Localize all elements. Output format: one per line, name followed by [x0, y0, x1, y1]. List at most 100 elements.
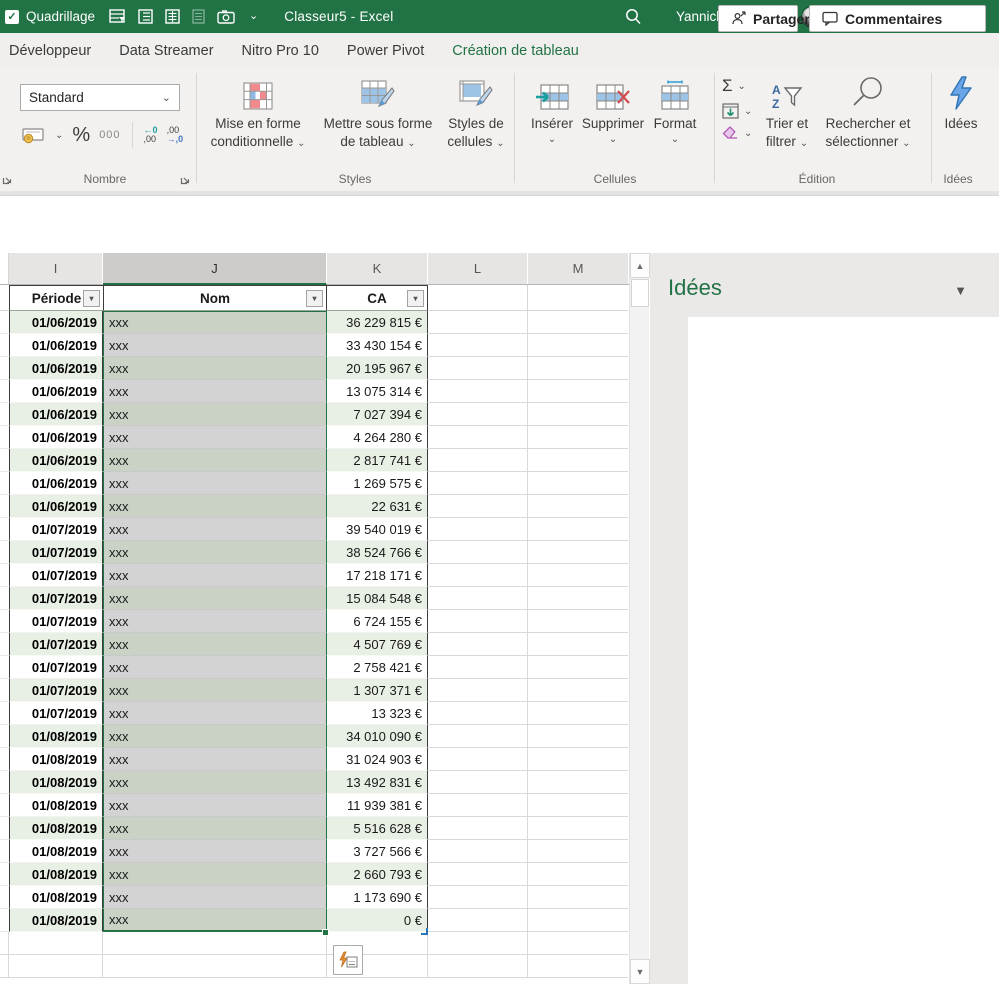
cell[interactable] — [0, 955, 9, 978]
name-cell-selected[interactable]: xxx — [103, 518, 327, 541]
scroll-down-icon[interactable]: ▼ — [630, 959, 650, 984]
percent-style-button[interactable]: % — [72, 124, 90, 147]
cell[interactable] — [9, 955, 103, 978]
tab-power-pivot[interactable]: Power Pivot — [347, 43, 424, 59]
cell-l[interactable] — [428, 587, 528, 610]
increase-decimal-button[interactable]: ←0,00 — [144, 125, 158, 145]
cell-edge[interactable] — [0, 679, 9, 702]
cell-edge[interactable] — [0, 541, 9, 564]
ca-cell[interactable]: 31 024 903 € — [327, 748, 428, 771]
format-as-table-button[interactable]: Mettre sous forme de tableau ⌄ — [318, 74, 438, 150]
cell-l[interactable] — [428, 472, 528, 495]
header-ca[interactable]: CA ▾ — [327, 285, 428, 311]
cell-m[interactable] — [528, 817, 628, 840]
vertical-scrollbar[interactable]: ▲ ▼ — [629, 253, 650, 984]
name-cell-selected[interactable]: xxx — [103, 587, 327, 610]
qat-customize-chevron-icon[interactable]: ⌄ — [249, 11, 258, 22]
fill-button[interactable]: ⌄ — [722, 103, 752, 119]
cell-m[interactable] — [528, 656, 628, 679]
cell-m[interactable] — [528, 495, 628, 518]
name-cell-selected[interactable]: xxx — [103, 863, 327, 886]
name-cell-selected[interactable]: xxx — [103, 403, 327, 426]
ca-cell[interactable]: 4 507 769 € — [327, 633, 428, 656]
name-cell-selected[interactable]: xxx — [103, 817, 327, 840]
name-cell-selected[interactable]: xxx — [103, 771, 327, 794]
period-cell[interactable]: 01/07/2019 — [9, 541, 103, 564]
cell[interactable] — [528, 932, 628, 955]
period-cell[interactable]: 01/07/2019 — [9, 656, 103, 679]
cell-m[interactable] — [528, 771, 628, 794]
ca-cell[interactable]: 22 631 € — [327, 495, 428, 518]
cell-l[interactable] — [428, 840, 528, 863]
cell-m[interactable] — [528, 357, 628, 380]
cell-l[interactable] — [428, 794, 528, 817]
cell-edge[interactable] — [0, 886, 9, 909]
cell-m[interactable] — [528, 564, 628, 587]
period-cell[interactable]: 01/07/2019 — [9, 679, 103, 702]
cell-m[interactable] — [528, 311, 628, 334]
share-button[interactable]: Partager — [718, 5, 810, 32]
cell-l[interactable] — [428, 357, 528, 380]
autosum-button[interactable]: Σ ⌄ — [722, 76, 752, 96]
ca-cell[interactable]: 15 084 548 € — [327, 587, 428, 610]
period-cell[interactable]: 01/06/2019 — [9, 472, 103, 495]
cell-l[interactable] — [428, 403, 528, 426]
name-cell-selected[interactable]: xxx — [103, 334, 327, 357]
name-cell-selected[interactable]: xxx — [103, 357, 327, 380]
cell-l[interactable] — [428, 633, 528, 656]
clear-button[interactable]: ⌄ — [722, 126, 752, 140]
cell-m[interactable] — [528, 725, 628, 748]
cell-m[interactable] — [528, 748, 628, 771]
name-cell-selected[interactable]: xxx — [103, 311, 327, 334]
cell-l[interactable] — [428, 886, 528, 909]
cell-edge[interactable] — [0, 380, 9, 403]
cell[interactable] — [103, 932, 327, 955]
table-grid-icon-2[interactable] — [165, 9, 180, 24]
cell-edge[interactable] — [0, 564, 9, 587]
period-cell[interactable]: 01/06/2019 — [9, 357, 103, 380]
cell-edge[interactable] — [0, 633, 9, 656]
cell-l[interactable] — [428, 311, 528, 334]
cell[interactable] — [528, 955, 628, 978]
cell-edge[interactable] — [0, 909, 9, 932]
name-cell-selected[interactable]: xxx — [103, 909, 327, 932]
column-header-k[interactable]: K — [327, 253, 428, 284]
ca-cell[interactable]: 38 524 766 € — [327, 541, 428, 564]
cell-m[interactable] — [528, 863, 628, 886]
cell-edge[interactable] — [0, 840, 9, 863]
ca-cell[interactable]: 39 540 019 € — [327, 518, 428, 541]
cell-edge[interactable] — [0, 794, 9, 817]
period-cell[interactable]: 01/06/2019 — [9, 403, 103, 426]
cell-l[interactable] — [428, 564, 528, 587]
pane-chevron-down-icon[interactable]: ▼ — [954, 283, 967, 298]
ca-cell[interactable]: 5 516 628 € — [327, 817, 428, 840]
scroll-up-icon[interactable]: ▲ — [630, 253, 650, 278]
cell-m[interactable] — [528, 403, 628, 426]
cell-m[interactable] — [528, 472, 628, 495]
search-icon[interactable] — [624, 8, 642, 26]
cell-edge[interactable] — [0, 472, 9, 495]
name-cell-selected[interactable]: xxx — [103, 610, 327, 633]
filter-dropdown-icon[interactable]: ▾ — [407, 290, 424, 307]
dialog-launcher-icon[interactable] — [2, 174, 13, 185]
cell-m[interactable] — [528, 610, 628, 633]
cell-edge[interactable] — [0, 285, 9, 311]
conditional-formatting-button[interactable]: Mise en forme conditionnelle ⌄ — [200, 74, 316, 150]
period-cell[interactable]: 01/06/2019 — [9, 449, 103, 472]
quick-analysis-button[interactable] — [333, 945, 363, 975]
quadrillage-checkbox[interactable]: ✓ — [5, 9, 19, 24]
cell-edge[interactable] — [0, 610, 9, 633]
name-cell-selected[interactable]: xxx — [103, 656, 327, 679]
ca-cell[interactable]: 17 218 171 € — [327, 564, 428, 587]
cell-m[interactable] — [528, 702, 628, 725]
cell-l[interactable] — [428, 334, 528, 357]
cell-edge[interactable] — [0, 426, 9, 449]
cell-l[interactable] — [428, 702, 528, 725]
cell-l[interactable] — [428, 518, 528, 541]
cell-m[interactable] — [528, 426, 628, 449]
ca-cell[interactable]: 3 727 566 € — [327, 840, 428, 863]
name-cell-selected[interactable]: xxx — [103, 564, 327, 587]
name-cell-selected[interactable]: xxx — [103, 541, 327, 564]
cell-edge[interactable] — [0, 817, 9, 840]
period-cell[interactable]: 01/08/2019 — [9, 840, 103, 863]
